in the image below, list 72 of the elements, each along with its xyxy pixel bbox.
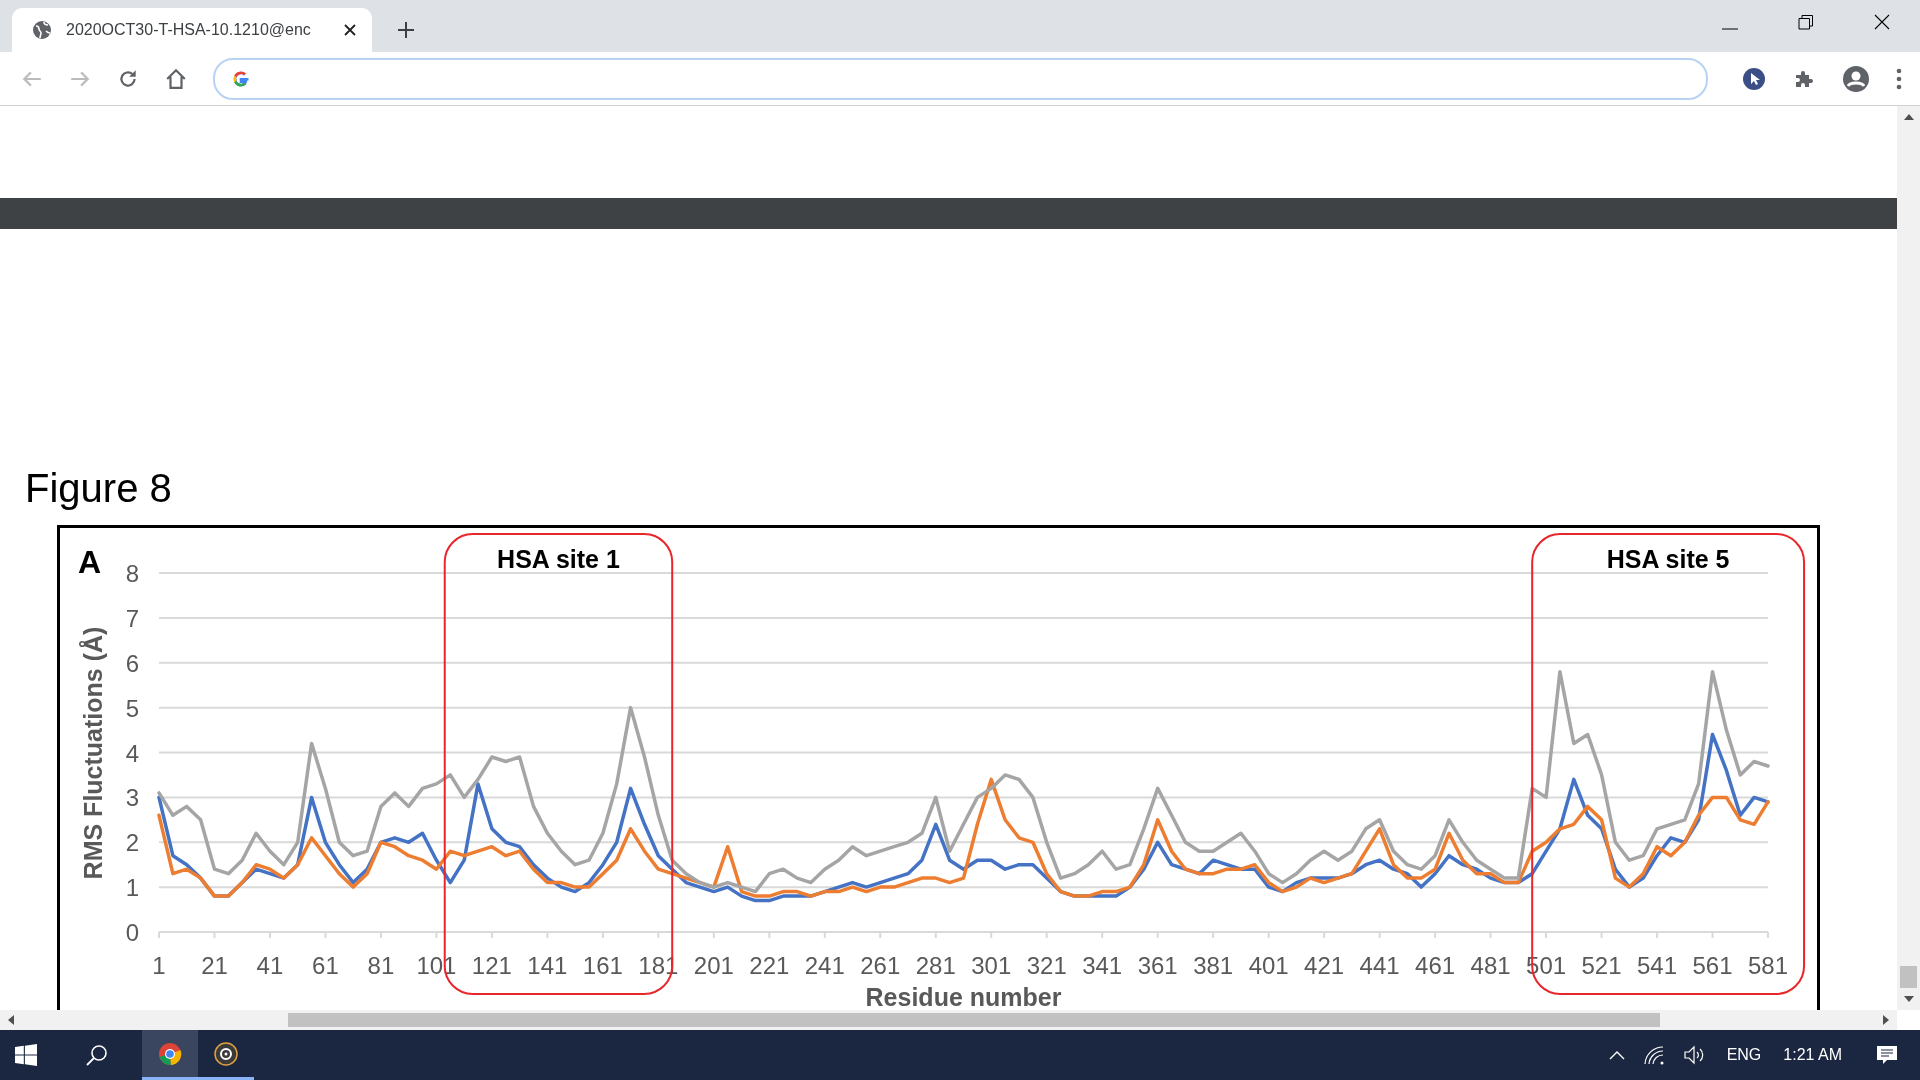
scroll-thumb[interactable] (1900, 966, 1917, 988)
cursor-extension-icon[interactable] (1742, 66, 1766, 91)
x-tick-label: 21 (201, 952, 228, 979)
figure-title: Figure 8 (25, 468, 173, 508)
x-tick-label: 321 (1026, 952, 1067, 979)
x-tick-label: 161 (582, 952, 623, 979)
notification-icon[interactable] (1876, 1045, 1898, 1065)
y-tick-label: 1 (125, 874, 139, 902)
x-tick-label: 521 (1581, 952, 1622, 979)
new-tab-icon[interactable] (397, 21, 415, 39)
search-icon[interactable] (86, 1044, 108, 1066)
x-tick-label: 281 (915, 952, 956, 979)
region-label: HSA site 5 (1606, 545, 1730, 573)
close-icon[interactable] (344, 24, 356, 36)
globe-icon (32, 20, 52, 40)
scroll-thumb[interactable] (288, 1013, 1660, 1027)
browser-tab[interactable]: 2020OCT30-T-HSA-10.1210@enc (12, 8, 372, 52)
menu-icon[interactable] (1896, 67, 1902, 90)
scroll-up-icon[interactable] (1903, 114, 1914, 120)
x-tick-label: 541 (1637, 952, 1678, 979)
chevron-up-icon[interactable] (1608, 1050, 1625, 1060)
home-icon[interactable] (165, 67, 187, 90)
y-tick-label: 8 (125, 560, 139, 587)
clock[interactable]: 1:21 AM (1783, 1046, 1842, 1064)
x-tick-label: 241 (804, 952, 845, 979)
x-tick-label: 201 (693, 952, 734, 979)
language-indicator[interactable]: ENG (1726, 1046, 1762, 1064)
x-tick-label: 581 (1748, 952, 1788, 979)
close-icon[interactable] (1874, 14, 1890, 30)
panel-label: A (78, 544, 102, 580)
x-tick-label: 381 (1193, 952, 1234, 979)
scroll-left-icon[interactable] (8, 1015, 14, 1025)
windows-start-icon[interactable] (15, 1044, 37, 1066)
x-tick-label: 81 (367, 952, 395, 979)
x-axis-title: Residue number (865, 983, 1062, 1010)
scroll-right-icon[interactable] (1883, 1015, 1889, 1025)
y-tick-label: 5 (125, 694, 139, 722)
y-tick-label: 6 (125, 649, 139, 677)
horizontal-scrollbar[interactable] (0, 1010, 1897, 1030)
disc-icon (214, 1041, 238, 1066)
wifi-icon[interactable] (1642, 1045, 1665, 1065)
browser-app-button[interactable] (142, 1030, 198, 1080)
x-tick-label: 361 (1137, 952, 1178, 979)
y-tick-label: 3 (125, 784, 139, 812)
profile-icon[interactable] (1842, 64, 1870, 93)
x-tick-label: 421 (1304, 952, 1345, 979)
x-tick-label: 401 (1248, 952, 1289, 979)
x-tick-label: 261 (860, 952, 901, 979)
vertical-scrollbar[interactable] (1897, 106, 1920, 1010)
x-tick-label: 461 (1415, 952, 1456, 979)
speaker-icon[interactable] (1682, 1045, 1705, 1065)
y-tick-label: 4 (125, 739, 139, 767)
y-tick-label: 0 (125, 919, 139, 946)
y-tick-label: 2 (125, 829, 139, 857)
x-tick-label: 561 (1692, 952, 1733, 979)
region-label: HSA site 1 (497, 545, 620, 573)
x-tick-label: 481 (1470, 952, 1511, 979)
x-tick-label: 1 (152, 952, 166, 979)
y-axis-title: RMS Fluctuations (Å) (79, 626, 107, 880)
browser-icon (158, 1041, 182, 1066)
x-tick-label: 141 (527, 952, 568, 979)
y-tick-label: 7 (125, 604, 139, 632)
restore-icon[interactable] (1798, 14, 1814, 30)
x-tick-label: 121 (471, 952, 512, 979)
x-tick-label: 441 (1359, 952, 1400, 979)
x-tick-label: 61 (312, 952, 339, 979)
scroll-down-icon[interactable] (1903, 996, 1914, 1002)
x-tick-label: 41 (256, 952, 284, 979)
x-tick-label: 221 (749, 952, 790, 979)
reload-icon[interactable] (117, 67, 139, 90)
x-tick-label: 341 (1082, 952, 1123, 979)
x-tick-label: 301 (971, 952, 1012, 979)
